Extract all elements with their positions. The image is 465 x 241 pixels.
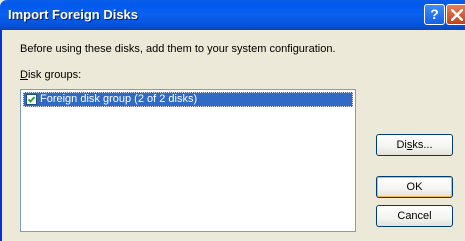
disks-button[interactable]: Disks... <box>376 134 453 156</box>
cancel-button[interactable]: Cancel <box>376 205 453 227</box>
disk-groups-mnemonic: D <box>20 69 28 81</box>
disk-groups-label-text: isk groups: <box>27 69 82 81</box>
ok-button[interactable]: OK <box>376 176 453 198</box>
title-bar[interactable]: Import Foreign Disks ? <box>0 0 465 30</box>
instruction-text: Before using these disks, add them to yo… <box>20 43 336 55</box>
dialog-title: Import Foreign Disks <box>8 7 139 22</box>
window-border <box>0 30 2 241</box>
help-icon: ? <box>430 6 439 22</box>
disks-label-post: ks... <box>412 139 433 151</box>
disk-group-label: Foreign disk group (2 of 2 disks) <box>40 93 198 105</box>
disk-groups-label: Disk groups: <box>20 69 81 81</box>
disk-groups-list[interactable]: Foreign disk group (2 of 2 disks) <box>20 89 356 232</box>
disk-group-checkbox[interactable] <box>26 94 37 105</box>
import-foreign-disks-dialog: Import Foreign Disks ? Before using thes… <box>0 0 465 241</box>
close-icon <box>451 9 463 21</box>
checkmark-icon <box>27 96 36 103</box>
help-button[interactable]: ? <box>424 4 445 25</box>
close-button[interactable] <box>446 4 465 25</box>
disks-label-pre: Di <box>396 139 407 151</box>
list-item-foreign-disk-group[interactable]: Foreign disk group (2 of 2 disks) <box>23 92 353 107</box>
